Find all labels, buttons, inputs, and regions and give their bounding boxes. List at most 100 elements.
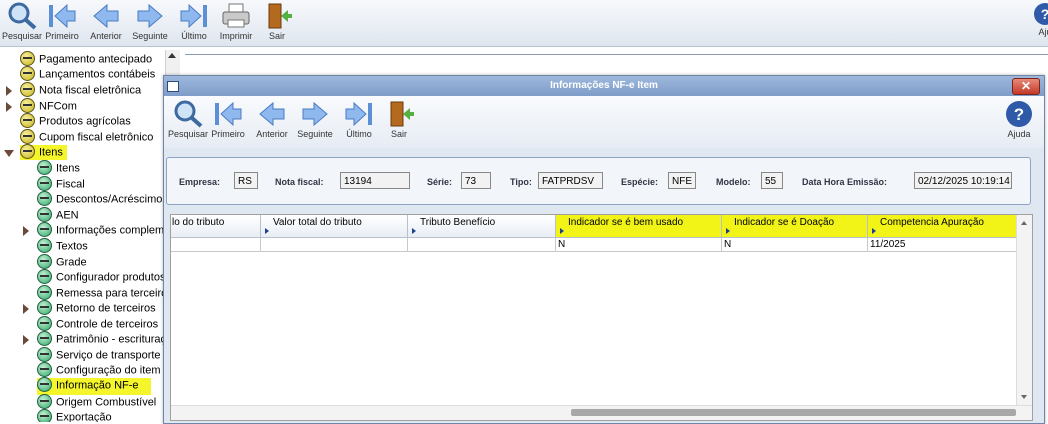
tree-item-informacao-nfe[interactable]: Informação NF-e [37, 377, 151, 395]
table-cell[interactable] [171, 238, 261, 252]
previous-arrow-icon [93, 3, 119, 29]
tree-item-grade[interactable]: Grade [37, 254, 87, 270]
tree-item-itens-folder[interactable]: Itens [4, 144, 67, 160]
search-button[interactable]: Pesquisar [0, 2, 44, 44]
table-cell[interactable] [261, 238, 408, 252]
last-button[interactable]: Último [172, 2, 216, 44]
tree-item-servico-transporte[interactable]: Serviço de transporte [37, 347, 161, 363]
expand-arrow-icon[interactable] [23, 304, 29, 314]
leaf-ball-icon [37, 238, 52, 253]
print-button[interactable]: Imprimir [214, 2, 258, 44]
close-button[interactable]: ✕ [1012, 78, 1040, 95]
dialog-search-button[interactable]: Pesquisar [166, 100, 210, 142]
tree-item-patrimonio[interactable]: Patrimônio - escrituraçã [23, 331, 165, 347]
first-arrow-icon [215, 101, 242, 127]
column-header-indicador-bem-usado[interactable]: Indicador se é bem usado [556, 215, 722, 238]
main-toolbar: Pesquisar Primeiro Anterior Seguinte Últ… [0, 0, 1048, 47]
scroll-up-icon[interactable] [168, 53, 176, 58]
tree-item-exportacao[interactable]: Exportação [37, 409, 112, 422]
expand-arrow-icon[interactable] [6, 102, 12, 112]
tree-item-itens[interactable]: Itens [37, 160, 80, 176]
dialog-title-bar[interactable]: Informações NF-e Item ✕ [164, 76, 1044, 96]
empresa-field[interactable]: RS [234, 172, 258, 189]
previous-button[interactable]: Anterior [84, 2, 128, 44]
tree-item-remessa-terceiros[interactable]: Remessa para terceiros [37, 285, 165, 301]
dialog-exit-button[interactable]: Sair [377, 100, 421, 142]
tree-item-fiscal[interactable]: Fiscal [37, 176, 85, 192]
tree-item-configurador-produtos[interactable]: Configurador produtos [37, 269, 165, 285]
column-header-tributo-beneficio[interactable]: Tributo Benefício [408, 215, 556, 238]
grid-vertical-scrollbar[interactable] [1016, 215, 1032, 405]
scroll-down-icon[interactable] [1021, 395, 1027, 399]
dialog-help-button[interactable]: ? Ajuda [997, 100, 1041, 142]
scroll-up-icon[interactable] [1021, 221, 1027, 225]
column-header-indicador-doacao[interactable]: Indicador se é Doação [722, 215, 868, 238]
dialog-next-label: Seguinte [297, 129, 333, 139]
tree-item-textos[interactable]: Textos [37, 238, 88, 254]
next-label: Seguinte [132, 31, 168, 41]
nota-fiscal-field[interactable]: 13194 [340, 172, 410, 189]
dialog-previous-button[interactable]: Anterior [250, 100, 294, 142]
last-label: Último [181, 31, 207, 41]
exit-label: Sair [268, 31, 285, 41]
serie-field[interactable]: 73 [461, 172, 491, 189]
tree-item-aen[interactable]: AEN [37, 207, 79, 223]
background-window-edge [185, 54, 1048, 77]
dialog-last-label: Último [346, 129, 372, 139]
tree-item-retorno-terceiros[interactable]: Retorno de terceiros [23, 300, 156, 316]
table-cell[interactable]: N [722, 238, 868, 252]
grid-horizontal-scrollbar[interactable] [171, 405, 1032, 420]
tree-item-cupom-fiscal-eletronico[interactable]: Cupom fiscal eletrônico [20, 129, 153, 145]
leaf-ball-icon [37, 409, 52, 422]
folder-ball-icon [20, 82, 35, 97]
tree-item-descontos-acrescimos[interactable]: Descontos/Acréscimos [37, 191, 165, 207]
expand-arrow-icon[interactable] [23, 335, 29, 345]
column-header-valor-total-tributo[interactable]: Valor total do tributo [261, 215, 408, 238]
header-fields-panel: Empresa: RS Nota fiscal: 13194 Série: 73… [166, 157, 1031, 205]
folder-ball-icon [20, 66, 35, 81]
exit-button[interactable]: Sair [255, 2, 299, 44]
printer-icon [222, 3, 250, 28]
collapse-arrow-icon[interactable] [4, 150, 14, 157]
dialog-help-label: Ajuda [1007, 129, 1031, 139]
expand-arrow-icon[interactable] [23, 226, 29, 236]
leaf-ball-icon [37, 347, 52, 362]
search-icon [174, 100, 203, 128]
column-header-tributo[interactable]: lo do tributo [171, 215, 261, 238]
dialog-next-button[interactable]: Seguinte [293, 100, 337, 142]
data-hora-emissao-field[interactable]: 02/12/2025 10:19:14 [914, 172, 1012, 189]
first-button[interactable]: Primeiro [40, 2, 84, 44]
tree-item-nfcom[interactable]: NFCom [6, 98, 77, 114]
column-header-competencia-apuracao[interactable]: Competencia Apuração [868, 215, 1018, 238]
next-button[interactable]: Seguinte [128, 2, 172, 44]
tree-item-lancamentos-contabeis[interactable]: Lançamentos contábeis [20, 66, 155, 82]
modelo-field[interactable]: 55 [761, 172, 783, 189]
table-cell[interactable] [408, 238, 556, 252]
previous-arrow-icon [259, 101, 285, 127]
leaf-ball-icon [37, 254, 52, 269]
tree-item-informacoes-complementares[interactable]: Informações compleme [23, 222, 165, 238]
dialog-last-button[interactable]: Último [337, 100, 381, 142]
scroll-thumb[interactable] [571, 409, 1016, 416]
tipo-label: Tipo: [510, 177, 532, 187]
expand-arrow-icon[interactable] [6, 86, 12, 96]
tree-item-pagamento-antecipado[interactable]: Pagamento antecipado [20, 51, 152, 67]
especie-field[interactable]: NFE [668, 172, 696, 189]
table-cell[interactable]: N [556, 238, 722, 252]
tree-item-nota-fiscal-eletronica[interactable]: Nota fiscal eletrônica [6, 82, 141, 98]
tree-item-origem-combustivel[interactable]: Origem Combustível [37, 394, 156, 410]
table-cell[interactable]: 11/2025 [868, 238, 1018, 252]
last-arrow-icon [180, 3, 207, 29]
leaf-ball-icon [37, 377, 52, 392]
help-button[interactable]: ? Aju [1030, 2, 1048, 44]
dialog-first-button[interactable]: Primeiro [206, 100, 250, 142]
tipo-field[interactable]: FATPRDSV [538, 172, 603, 189]
window-icon [167, 81, 179, 92]
leaf-ball-icon [37, 394, 52, 409]
leaf-ball-icon [37, 191, 52, 206]
previous-label: Anterior [90, 31, 122, 41]
column-marker-icon [726, 228, 730, 234]
tree-item-configuracao-item[interactable]: Configuração do item [37, 362, 161, 378]
tree-item-produtos-agricolas[interactable]: Produtos agrícolas [20, 113, 131, 129]
tree-item-controle-terceiros[interactable]: Controle de terceiros [37, 316, 158, 332]
